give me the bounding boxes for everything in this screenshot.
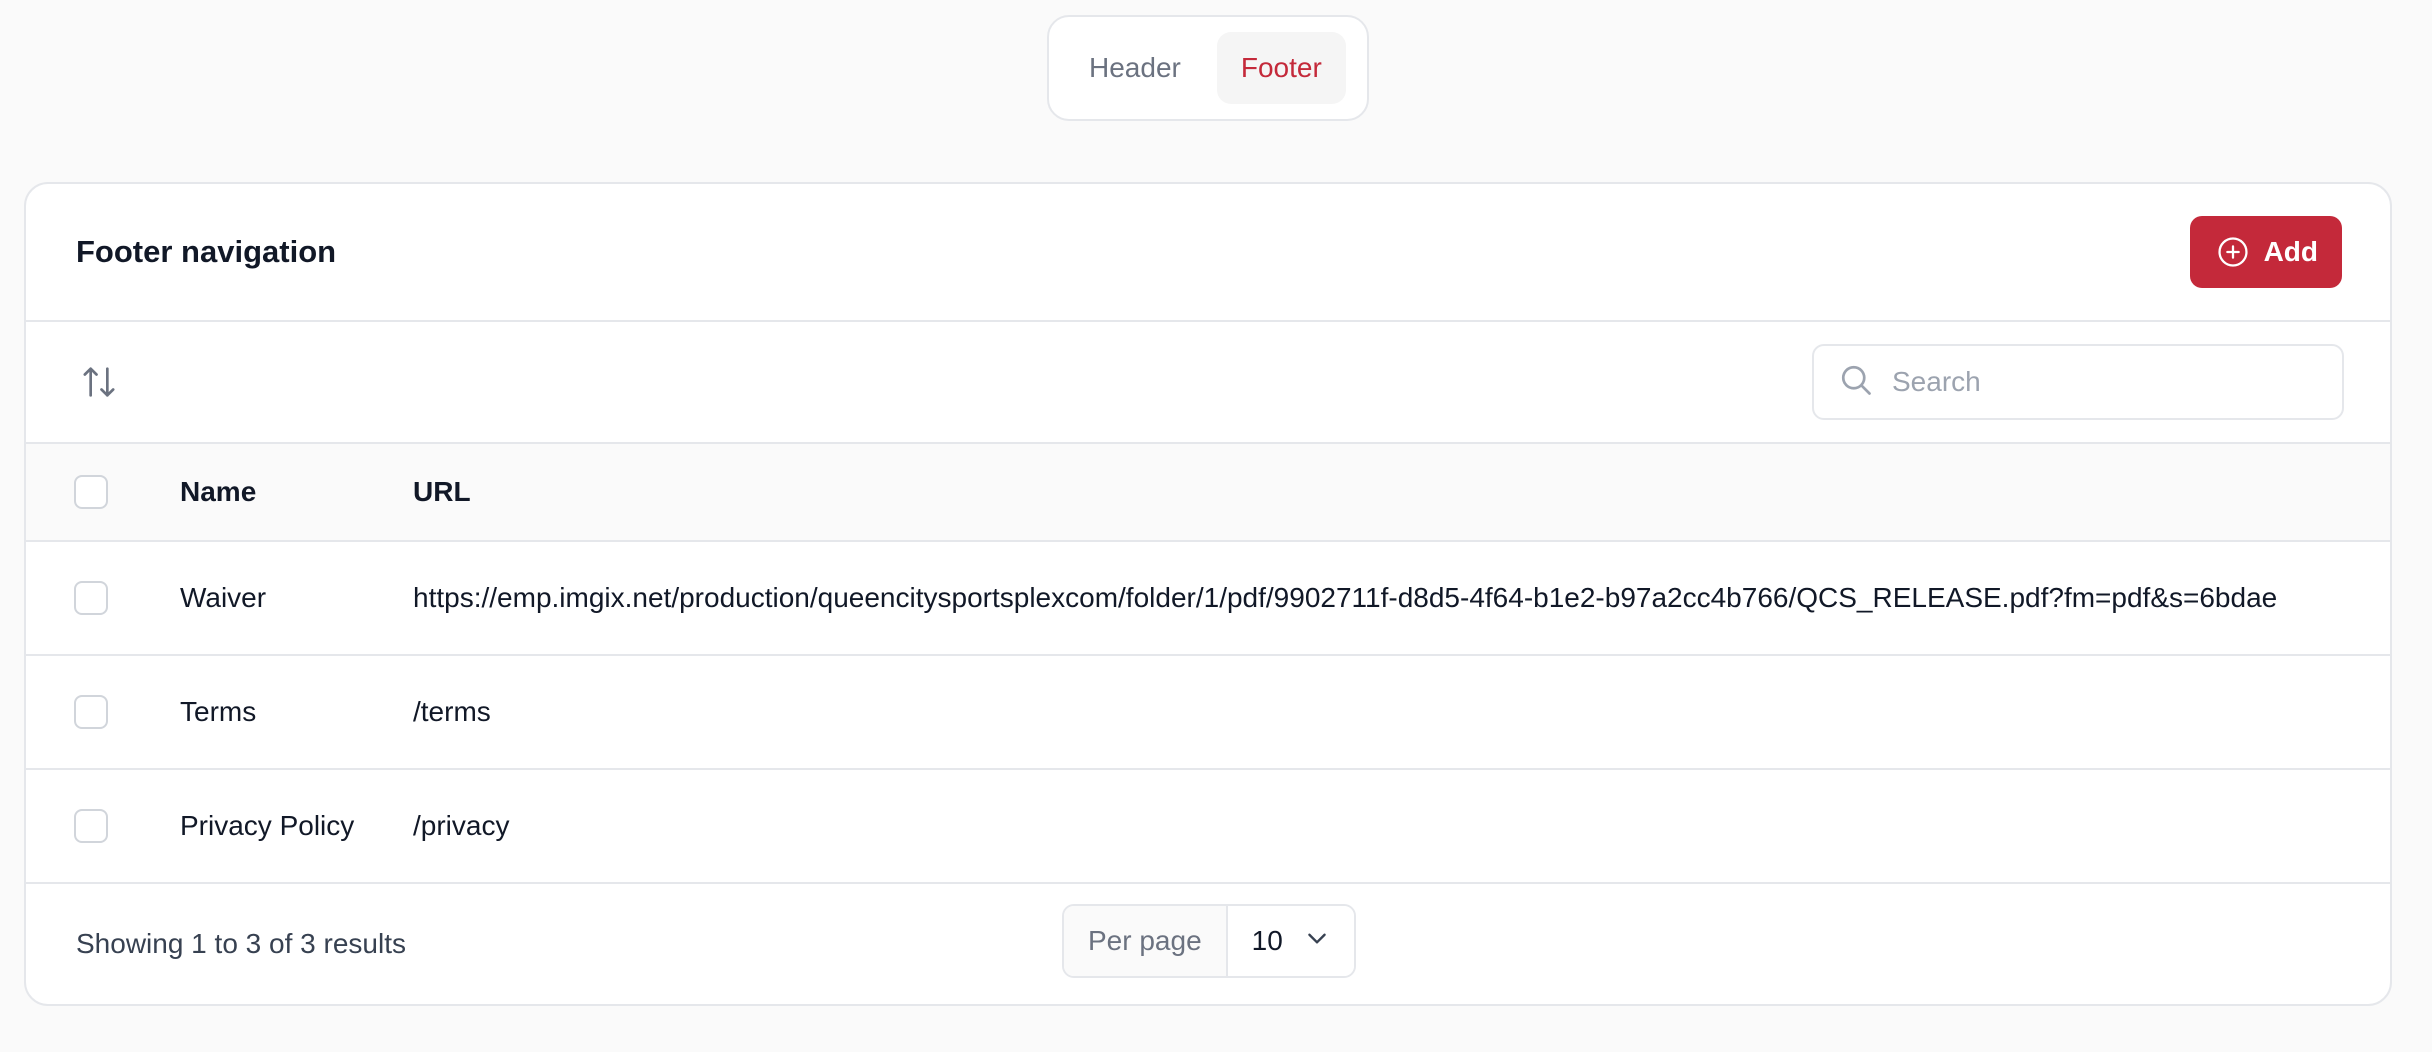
add-button-label: Add (2263, 236, 2318, 267)
table-footer: Showing 1 to 3 of 3 results Per page 10 (26, 884, 2390, 1004)
table-row[interactable]: Privacy Policy /privacy (26, 770, 2390, 884)
plus-circle-icon (2216, 235, 2250, 269)
row-checkbox[interactable] (74, 809, 108, 843)
table-row[interactable]: Waiver https://emp.imgix.net/production/… (26, 542, 2390, 656)
sort-button[interactable] (76, 359, 122, 405)
row-checkbox[interactable] (74, 581, 108, 615)
arrows-up-down-icon (79, 362, 119, 402)
table-row[interactable]: Terms /terms (26, 656, 2390, 770)
tab-footer[interactable]: Footer (1216, 32, 1346, 104)
card-header: Footer navigation Add (26, 184, 2390, 322)
per-page-value: 10 (1251, 925, 1283, 956)
add-button[interactable]: Add (2189, 216, 2342, 288)
row-name: Terms (180, 696, 257, 727)
row-url: /privacy (413, 810, 510, 841)
search-icon (1838, 362, 1874, 403)
tab-header[interactable]: Header (1065, 32, 1205, 104)
table-header: Name URL (26, 444, 2390, 542)
footer-navigation-card: Footer navigation Add Search Name URL Wa… (24, 182, 2392, 1006)
chevron-down-icon (1304, 925, 1330, 958)
results-summary: Showing 1 to 3 of 3 results (76, 928, 406, 959)
per-page-select[interactable]: 10 (1227, 906, 1354, 976)
search-box (1812, 344, 2344, 420)
table-toolbar (26, 322, 2390, 444)
search-input[interactable] (1892, 366, 2318, 398)
column-header-name[interactable]: Name (180, 476, 413, 508)
row-checkbox[interactable] (74, 695, 108, 729)
row-url: https://emp.imgix.net/production/queenci… (413, 582, 2278, 613)
row-name: Waiver (180, 582, 267, 613)
per-page-control: Per page 10 (1062, 904, 1356, 978)
row-url: /terms (413, 696, 491, 727)
column-header-url[interactable]: URL (413, 476, 2390, 508)
navigation-tabs: Header Footer (1047, 15, 1369, 121)
per-page-label: Per page (1064, 906, 1228, 976)
row-name: Privacy Policy (180, 810, 355, 841)
card-title: Footer navigation (76, 234, 337, 269)
select-all-checkbox[interactable] (74, 475, 108, 509)
